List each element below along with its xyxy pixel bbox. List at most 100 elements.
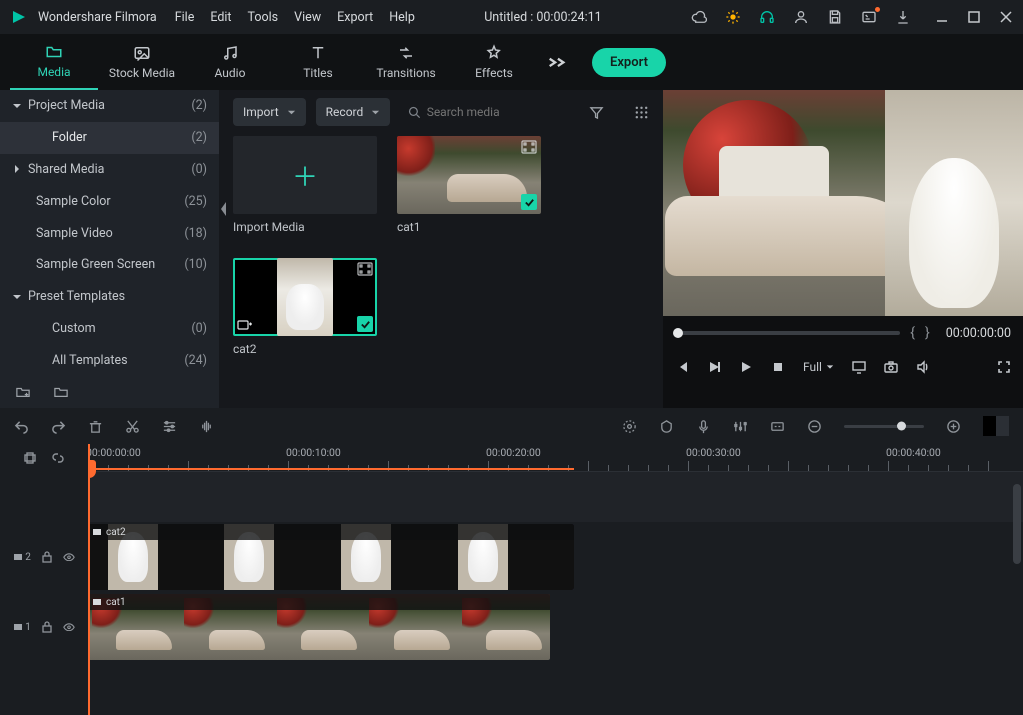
media-panel: Import Record ＋ Import Media	[219, 90, 663, 408]
tab-stock-media[interactable]: Stock Media	[98, 34, 186, 90]
snapshot-icon[interactable]	[884, 360, 898, 374]
redo-icon[interactable]	[51, 419, 66, 434]
lock-icon[interactable]	[41, 551, 53, 563]
mark-in-icon[interactable]: {	[910, 325, 915, 341]
menu-help[interactable]: Help	[389, 10, 415, 25]
export-button[interactable]: Export	[592, 48, 666, 77]
sidebar-item-shared-media[interactable]: Shared Media (0)	[0, 154, 219, 186]
prev-frame-icon[interactable]	[675, 360, 689, 374]
preview-panel: { } 00:00:00:00 Full	[663, 90, 1023, 408]
sidebar-item-custom[interactable]: Custom (0)	[0, 313, 219, 345]
add-to-timeline-icon[interactable]	[237, 318, 253, 332]
sidebar-item-folder[interactable]: Folder (2)	[0, 122, 219, 154]
timeline-scrollbar[interactable]	[1013, 484, 1021, 564]
maximize-icon[interactable]	[967, 10, 981, 24]
tab-media[interactable]: Media	[10, 34, 98, 90]
adjust-icon[interactable]	[162, 419, 177, 434]
user-icon[interactable]	[793, 9, 809, 25]
lock-icon[interactable]	[41, 621, 53, 633]
eye-icon[interactable]	[63, 553, 75, 562]
tab-audio-label: Audio	[215, 66, 246, 80]
tab-transitions[interactable]: Transitions	[362, 34, 450, 90]
minimize-icon[interactable]	[935, 10, 949, 24]
sidebar-item-all-templates[interactable]: All Templates (24)	[0, 344, 219, 376]
clip-cat1[interactable]: cat1	[88, 594, 550, 660]
mic-icon[interactable]	[696, 419, 711, 434]
timeline-view-toggle[interactable]	[983, 416, 1009, 436]
filter-icon[interactable]	[589, 105, 604, 120]
new-folder-icon[interactable]	[16, 385, 30, 399]
message-icon[interactable]	[861, 9, 877, 25]
display-icon[interactable]	[852, 360, 866, 374]
caption-icon[interactable]	[770, 419, 785, 434]
download-icon[interactable]	[895, 9, 911, 25]
import-dropdown[interactable]: Import	[233, 98, 306, 126]
chevron-down-icon	[12, 292, 22, 302]
timeline-tracks[interactable]: 00:00:00:00 00:00:10:00 00:00:20:00 00:0…	[88, 444, 1023, 715]
collapse-handle-icon[interactable]	[218, 200, 228, 218]
menu-view[interactable]: View	[294, 10, 321, 25]
cut-icon[interactable]	[125, 419, 140, 434]
link-icon[interactable]	[51, 451, 65, 465]
tab-media-label: Media	[37, 65, 70, 79]
menu-file[interactable]: File	[175, 10, 195, 25]
track-row-2[interactable]: cat2	[88, 522, 1023, 592]
render-icon[interactable]	[622, 419, 637, 434]
preview-scrubber[interactable]	[675, 331, 900, 335]
chevron-down-icon	[371, 108, 380, 117]
preview-size-dropdown[interactable]: Full	[803, 360, 834, 374]
mark-out-icon[interactable]: }	[925, 325, 930, 341]
close-icon[interactable]	[999, 10, 1013, 24]
tab-audio[interactable]: Audio	[186, 34, 274, 90]
record-dropdown[interactable]: Record	[316, 98, 391, 126]
sidebar-item-preset-templates[interactable]: Preset Templates	[0, 281, 219, 313]
zoom-out-icon[interactable]	[807, 419, 822, 434]
video-clip-icon	[92, 597, 102, 607]
play-pause-icon[interactable]	[707, 360, 721, 374]
tab-titles[interactable]: Titles	[274, 34, 362, 90]
idea-icon[interactable]	[725, 9, 741, 25]
tab-titles-label: Titles	[303, 66, 332, 80]
delete-icon[interactable]	[88, 419, 103, 434]
grid-view-icon[interactable]	[634, 105, 649, 120]
media-item-cat2[interactable]: cat2	[233, 258, 377, 356]
menu-tools[interactable]: Tools	[248, 10, 279, 25]
track-row-1[interactable]: cat1	[88, 592, 1023, 662]
fullscreen-icon[interactable]	[997, 360, 1011, 374]
match-cut-icon[interactable]	[23, 451, 37, 465]
sidebar-item-sample-color[interactable]: Sample Color (25)	[0, 185, 219, 217]
title-bar: Wondershare Filmora File Edit Tools View…	[0, 0, 1023, 34]
audio-mixer-icon[interactable]	[733, 419, 748, 434]
main-menu: File Edit Tools View Export Help	[175, 10, 415, 25]
more-tabs-icon[interactable]	[546, 56, 568, 69]
stop-icon[interactable]	[771, 360, 785, 374]
undo-icon[interactable]	[14, 419, 29, 434]
zoom-in-icon[interactable]	[946, 419, 961, 434]
search-input[interactable]	[400, 98, 579, 126]
check-icon	[521, 194, 537, 210]
media-import-card[interactable]: ＋ Import Media	[233, 136, 377, 234]
eye-icon[interactable]	[63, 623, 75, 632]
sidebar-item-sample-video[interactable]: Sample Video (18)	[0, 217, 219, 249]
save-icon[interactable]	[827, 9, 843, 25]
folder-icon[interactable]	[54, 385, 68, 399]
media-item-cat1[interactable]: cat1	[397, 136, 541, 234]
music-icon	[221, 44, 239, 62]
headphones-icon[interactable]	[759, 9, 775, 25]
track-label-2: 2	[13, 552, 31, 563]
cloud-icon[interactable]	[691, 9, 707, 25]
audio-wave-icon[interactable]	[199, 419, 214, 434]
tab-effects[interactable]: Effects	[450, 34, 538, 90]
search-field[interactable]	[427, 105, 571, 119]
menu-export[interactable]: Export	[337, 10, 373, 25]
volume-icon[interactable]	[916, 360, 930, 374]
chevron-down-icon	[826, 363, 834, 371]
clip-cat2[interactable]: cat2	[88, 524, 574, 590]
sidebar-item-project-media[interactable]: Project Media (2)	[0, 90, 219, 122]
marker-icon[interactable]	[659, 419, 674, 434]
play-icon[interactable]	[739, 360, 753, 374]
sidebar-item-sample-green-screen[interactable]: Sample Green Screen (10)	[0, 249, 219, 281]
zoom-slider[interactable]	[844, 425, 924, 428]
menu-edit[interactable]: Edit	[210, 10, 231, 25]
preview-monitor[interactable]	[663, 90, 1023, 316]
